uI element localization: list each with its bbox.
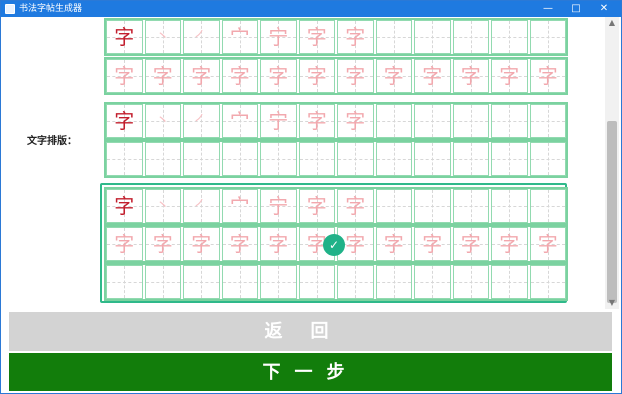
scroll-up-icon[interactable]: ▲ — [605, 17, 619, 29]
scrollbar-thumb[interactable] — [607, 121, 617, 303]
glyph-stroke-2: ㇒ — [194, 198, 209, 214]
glyph-full: 字 — [152, 232, 173, 256]
next-step-button[interactable]: 下一步 — [9, 353, 612, 391]
layout-option-a-trace[interactable]: 字 丶 ㇒ 宀 宁 字 字 — [104, 18, 568, 56]
glyph-full: 字 — [306, 64, 327, 88]
glyph-stroke-4: 宁 — [268, 109, 289, 133]
glyph-main: 字 — [114, 25, 135, 49]
minimize-button[interactable]: — — [535, 1, 561, 17]
close-button[interactable]: ✕ — [591, 1, 617, 17]
glyph-full: 字 — [499, 232, 520, 256]
glyph-full: 字 — [422, 64, 443, 88]
glyph-stroke-4: 宁 — [268, 25, 289, 49]
glyph-full: 字 — [383, 232, 404, 256]
glyph-full: 字 — [499, 64, 520, 88]
glyph-full: 字 — [422, 232, 443, 256]
glyph-full: 字 — [191, 232, 212, 256]
glyph-full: 字 — [229, 232, 250, 256]
layout-option-b-empty[interactable] — [104, 140, 568, 178]
glyph-stroke-6: 字 — [345, 109, 366, 133]
back-button[interactable]: 返回 — [9, 312, 612, 351]
glyph-stroke-6: 字 — [345, 25, 366, 49]
window-title: 书法字帖生成器 — [19, 4, 83, 14]
layout-option-a-full[interactable]: 字 字 字 字 字 字 字 字 字 字 字 字 — [104, 57, 568, 95]
glyph-stroke-1: 丶 — [155, 29, 170, 45]
glyph-stroke-2: ㇒ — [194, 113, 209, 129]
maximize-button[interactable]: □ — [563, 1, 589, 17]
glyph-full: 字 — [114, 64, 135, 88]
glyph-full: 字 — [268, 64, 289, 88]
glyph-full: 字 — [537, 64, 558, 88]
app-icon — [5, 4, 15, 14]
glyph-stroke-6: 字 — [345, 194, 366, 218]
glyph-stroke-4: 宁 — [268, 194, 289, 218]
title-bar: 书法字帖生成器 — □ ✕ — [1, 1, 621, 17]
layout-option-c-empty — [104, 263, 568, 301]
glyph-main: 字 — [114, 194, 135, 218]
app-window: 书法字帖生成器 — □ ✕ 文字排版： 字 丶 ㇒ 宀 宁 字 字 字 字 字 … — [0, 0, 622, 394]
glyph-full: 字 — [268, 232, 289, 256]
selected-check-icon: ✓ — [323, 234, 345, 256]
glyph-stroke-1: 丶 — [155, 198, 170, 214]
glyph-full: 字 — [345, 64, 366, 88]
glyph-stroke-2: ㇒ — [194, 29, 209, 45]
glyph-stroke-3: 宀 — [229, 25, 250, 49]
glyph-stroke-5: 字 — [306, 25, 327, 49]
glyph-stroke-1: 丶 — [155, 113, 170, 129]
glyph-stroke-5: 字 — [306, 109, 327, 133]
glyph-stroke-5: 字 — [306, 194, 327, 218]
layout-option-b-trace[interactable]: 字 丶 ㇒ 宀 宁 字 字 — [104, 102, 568, 140]
glyph-full: 字 — [460, 232, 481, 256]
glyph-full: 字 — [229, 64, 250, 88]
layout-label: 文字排版： — [27, 136, 77, 147]
glyph-stroke-3: 宀 — [229, 194, 250, 218]
layout-option-c-trace: 字 丶 ㇒ 宀 宁 字 字 — [104, 187, 568, 225]
scroll-down-icon[interactable]: ▼ — [605, 297, 619, 309]
glyph-main: 字 — [114, 109, 135, 133]
glyph-full: 字 — [383, 64, 404, 88]
glyph-full: 字 — [537, 232, 558, 256]
glyph-full: 字 — [191, 64, 212, 88]
glyph-stroke-3: 宀 — [229, 109, 250, 133]
glyph-full: 字 — [114, 232, 135, 256]
glyph-full: 字 — [152, 64, 173, 88]
glyph-full: 字 — [460, 64, 481, 88]
